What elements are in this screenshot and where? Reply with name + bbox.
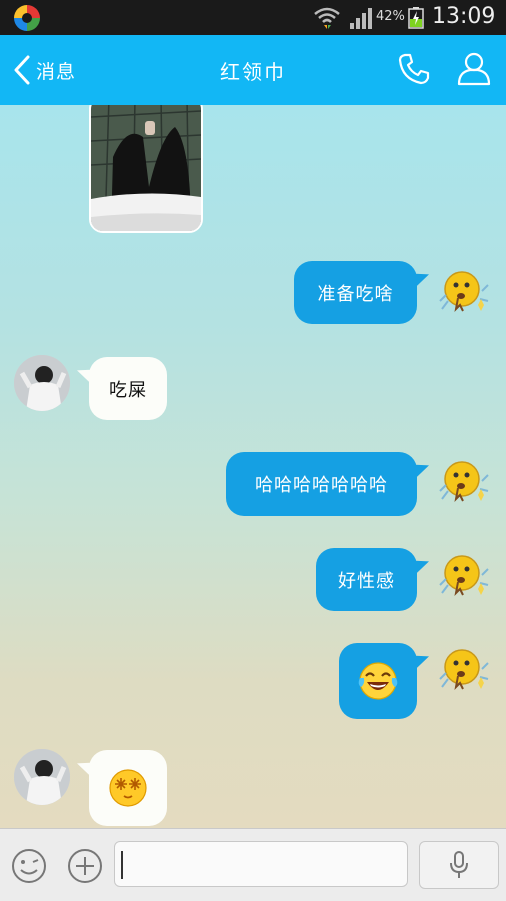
my-avatar[interactable] (438, 265, 492, 319)
image-message[interactable] (89, 105, 203, 233)
tears-of-joy-emoji-icon (358, 662, 398, 700)
message-list[interactable]: 准备吃啥 吃屎 哈哈哈哈哈哈哈 好性感 (0, 105, 506, 828)
outgoing-emoji-bubble[interactable] (339, 643, 417, 719)
photo-thumbnail (91, 105, 201, 231)
contact-avatar[interactable] (14, 749, 70, 805)
chat-header: 消息 红领巾 (0, 35, 506, 105)
message-text: 准备吃啥 (317, 283, 394, 305)
status-time: 13:09 (432, 4, 496, 29)
text-cursor (121, 851, 123, 879)
microphone-icon (450, 851, 468, 878)
outgoing-message-bubble[interactable]: 好性感 (316, 548, 417, 611)
app-notification-icon (14, 5, 40, 31)
wifi-icon (314, 7, 340, 29)
plus-icon[interactable] (66, 847, 104, 885)
status-bar: 42% 13:09 (0, 0, 506, 35)
compose-bar (0, 828, 506, 901)
contact-avatar-photo (14, 355, 70, 411)
signal-strength-icon (350, 8, 372, 29)
my-avatar[interactable] (438, 455, 492, 509)
dizzy-face-emoji-icon (109, 769, 147, 807)
message-input[interactable] (114, 841, 408, 887)
contact-avatar-photo (14, 749, 70, 805)
incoming-emoji-bubble[interactable] (89, 750, 167, 826)
message-text: 吃屎 (109, 379, 147, 401)
contact-avatar[interactable] (14, 355, 70, 411)
message-text: 好性感 (338, 570, 395, 592)
voice-input-button[interactable] (419, 841, 499, 889)
outgoing-message-bubble[interactable]: 哈哈哈哈哈哈哈 (226, 452, 417, 516)
message-text: 哈哈哈哈哈哈哈 (255, 475, 388, 496)
contact-profile-icon[interactable] (456, 51, 492, 87)
phone-icon[interactable] (396, 51, 432, 87)
battery-charging-icon (408, 7, 424, 29)
outgoing-message-bubble[interactable]: 准备吃啥 (294, 261, 417, 324)
my-avatar[interactable] (438, 643, 492, 697)
emoji-picker-icon[interactable] (10, 847, 48, 885)
battery-percentage: 42% (376, 9, 405, 24)
incoming-message-bubble[interactable]: 吃屎 (89, 357, 167, 420)
my-avatar[interactable] (438, 549, 492, 603)
